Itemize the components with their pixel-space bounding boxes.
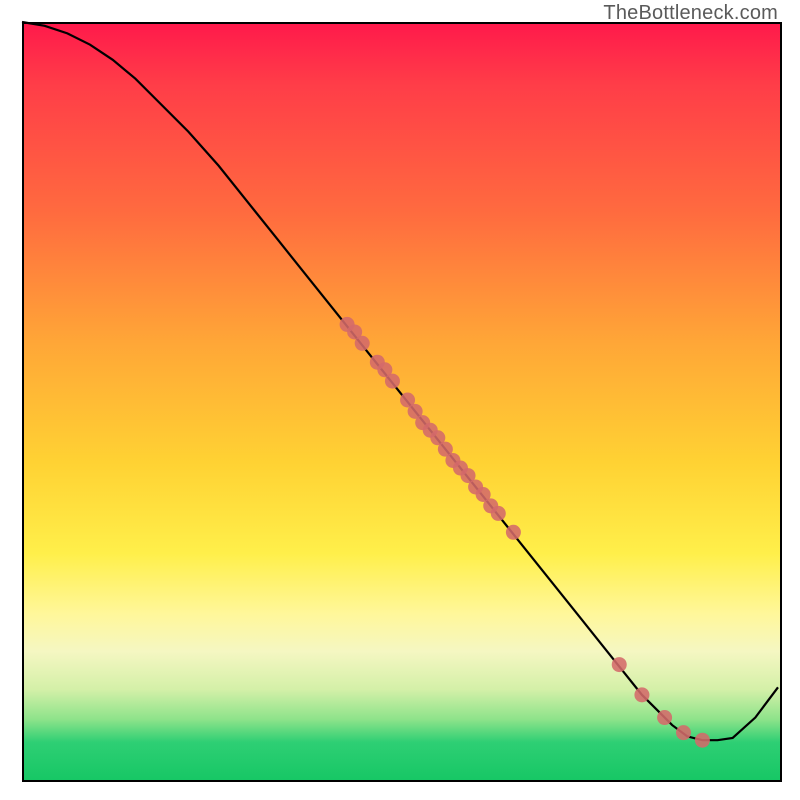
- marker-point: [491, 506, 506, 521]
- marker-point: [634, 687, 649, 702]
- marker-point: [506, 525, 521, 540]
- marker-point: [676, 725, 691, 740]
- chart-container: TheBottleneck.com: [0, 0, 800, 800]
- marker-points: [340, 317, 710, 748]
- marker-point: [657, 710, 672, 725]
- marker-point: [385, 374, 400, 389]
- marker-point: [612, 657, 627, 672]
- marker-point: [695, 733, 710, 748]
- marker-point: [355, 336, 370, 351]
- chart-overlay: [22, 22, 778, 778]
- bottleneck-curve: [22, 22, 778, 740]
- attribution-label: TheBottleneck.com: [603, 2, 778, 25]
